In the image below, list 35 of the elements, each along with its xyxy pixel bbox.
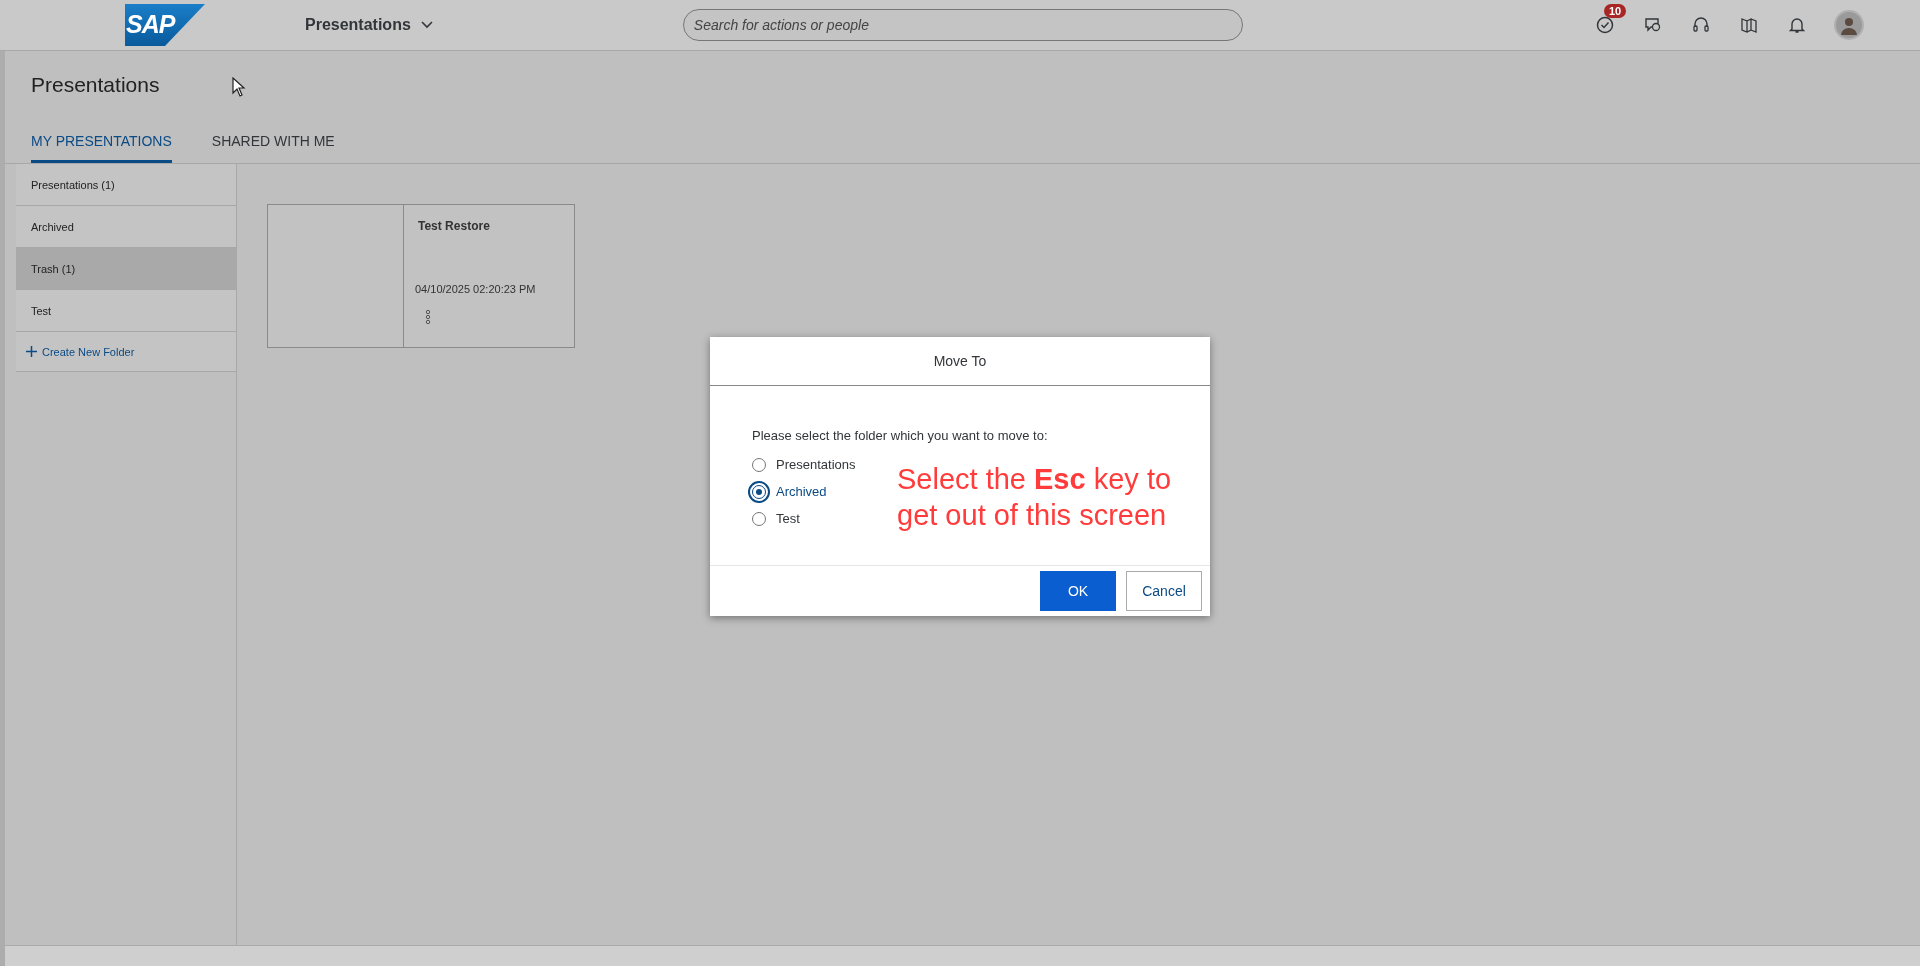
folder-item[interactable]: Presentations (1): [16, 164, 236, 206]
presentation-card[interactable]: Test Restore 04/10/2025 02:20:23 PM: [267, 204, 575, 348]
headset-icon: [1692, 16, 1710, 34]
cancel-button[interactable]: Cancel: [1126, 571, 1202, 611]
card-title: Test Restore: [418, 219, 491, 233]
card-date: 04/10/2025 02:20:23 PM: [415, 283, 537, 295]
folder-radio-option[interactable]: Test: [752, 511, 897, 526]
notification-badge: 10: [1604, 4, 1627, 18]
tab[interactable]: SHARED WITH ME: [211, 123, 335, 163]
folder-item[interactable]: Archived: [16, 206, 236, 248]
check-circle-icon: [1596, 16, 1614, 34]
radio-label: Test: [776, 511, 800, 526]
user-avatar[interactable]: [1834, 10, 1864, 40]
bell-icon: [1788, 16, 1806, 34]
caret-icon: [420, 21, 433, 29]
folder-item[interactable]: Trash (1): [16, 248, 236, 290]
chat-icon: [1644, 16, 1662, 34]
folder-item[interactable]: Test: [16, 290, 236, 332]
annotation-text: Select the Esc key to get out of this screen: [897, 462, 1173, 533]
radio-label: Archived: [776, 484, 827, 499]
page-title: Presentations: [31, 73, 160, 97]
folder-radio-option[interactable]: Presentations: [752, 457, 897, 472]
radio-label: Presentations: [776, 457, 856, 472]
app-menu-button[interactable]: Presentations: [305, 16, 433, 34]
more-options-icon[interactable]: [425, 309, 431, 325]
ok-button[interactable]: OK: [1040, 571, 1116, 611]
create-folder-link[interactable]: Create New Folder: [16, 332, 236, 372]
plus-icon: [26, 346, 37, 357]
dialog-title: Move To: [933, 353, 987, 369]
dialog-prompt: Please select the folder which you want to move to:: [752, 428, 1049, 443]
folder-radio-option[interactable]: Archived: [752, 484, 897, 499]
mouse-pointer-icon: [232, 77, 247, 97]
sap-logo[interactable]: SAP: [125, 4, 205, 46]
search-field[interactable]: Search for actions or people: [682, 9, 1243, 41]
tasks-button[interactable]: 10: [1594, 4, 1628, 36]
